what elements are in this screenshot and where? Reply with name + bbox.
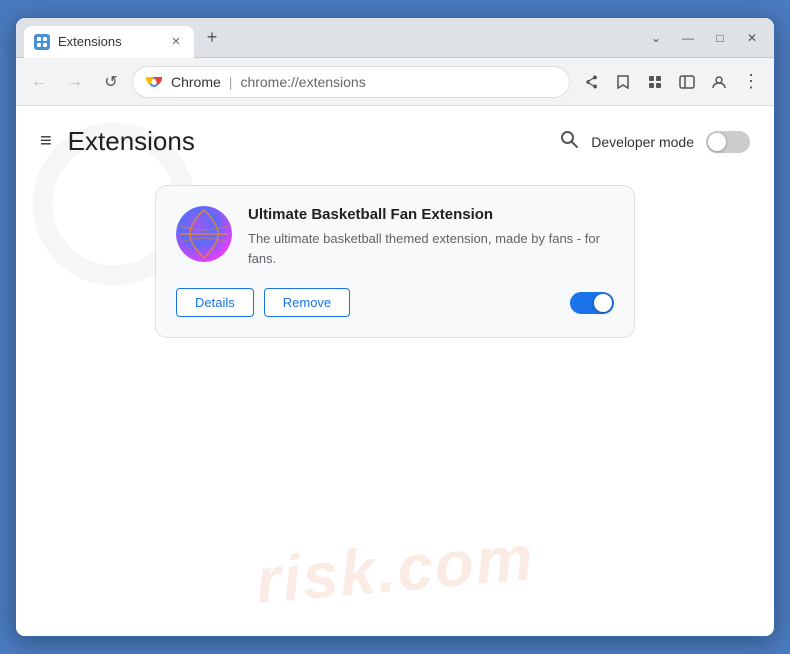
search-button[interactable]	[559, 129, 579, 155]
back-button[interactable]: ←	[24, 67, 54, 97]
extensions-toolbar-button[interactable]	[640, 67, 670, 97]
extension-info: Ultimate Basketball Fan Extension The ul…	[248, 206, 614, 268]
extension-toggle-knob	[594, 294, 612, 312]
extension-name: Ultimate Basketball Fan Extension	[248, 206, 614, 223]
basketball-icon	[176, 206, 232, 262]
toggle-knob	[708, 133, 726, 151]
extension-description: The ultimate basketball themed extension…	[248, 229, 614, 268]
share-button[interactable]	[576, 67, 606, 97]
developer-mode-label: Developer mode	[591, 134, 694, 150]
minimize-button[interactable]: —	[674, 24, 702, 52]
card-actions: Details Remove	[176, 288, 614, 317]
browser-tab[interactable]: Extensions ✕	[24, 26, 194, 58]
browser-window: Extensions ✕ + ⌄ — □ ✕ ← → ↺ Chrome | ch	[15, 17, 775, 637]
address-bar[interactable]: Chrome | chrome://extensions	[132, 66, 570, 98]
toolbar-actions: ⋮	[576, 67, 766, 97]
extensions-page: ≡ Extensions Developer mode	[16, 106, 774, 358]
chevron-down-button[interactable]: ⌄	[642, 24, 670, 52]
forward-button[interactable]: →	[60, 67, 90, 97]
reload-button[interactable]: ↺	[96, 67, 126, 97]
extensions-header: ≡ Extensions Developer mode	[40, 126, 750, 157]
window-controls: ⌄ — □ ✕	[642, 24, 766, 52]
extension-card: Ultimate Basketball Fan Extension The ul…	[155, 185, 635, 338]
card-buttons: Details Remove	[176, 288, 350, 317]
address-domain: Chrome	[171, 74, 221, 90]
address-path: chrome://extensions	[240, 74, 365, 90]
details-button[interactable]: Details	[176, 288, 254, 317]
developer-mode-toggle[interactable]	[706, 131, 750, 153]
profile-button[interactable]	[704, 67, 734, 97]
bookmark-button[interactable]	[608, 67, 638, 97]
tab-close-button[interactable]: ✕	[168, 34, 184, 50]
page-content: risk.com ≡ Extensions Developer mode	[16, 106, 774, 636]
hamburger-menu-button[interactable]: ≡	[40, 130, 52, 153]
close-button[interactable]: ✕	[738, 24, 766, 52]
toolbar: ← → ↺ Chrome | chrome://extensions	[16, 58, 774, 106]
watermark-text: risk.com	[16, 499, 774, 636]
menu-button[interactable]: ⋮	[736, 67, 766, 97]
title-bar: Extensions ✕ + ⌄ — □ ✕	[16, 18, 774, 58]
extension-icon	[176, 206, 232, 262]
remove-button[interactable]: Remove	[264, 288, 350, 317]
new-tab-button[interactable]: +	[198, 24, 226, 52]
tab-favicon-icon	[34, 34, 50, 50]
chrome-logo-icon	[145, 73, 163, 91]
extension-enable-toggle[interactable]	[570, 292, 614, 314]
page-title: Extensions	[68, 126, 195, 157]
header-left: ≡ Extensions	[40, 126, 195, 157]
tab-title: Extensions	[58, 34, 122, 49]
sidebar-button[interactable]	[672, 67, 702, 97]
maximize-button[interactable]: □	[706, 24, 734, 52]
header-right: Developer mode	[559, 129, 750, 155]
card-top: Ultimate Basketball Fan Extension The ul…	[176, 206, 614, 268]
